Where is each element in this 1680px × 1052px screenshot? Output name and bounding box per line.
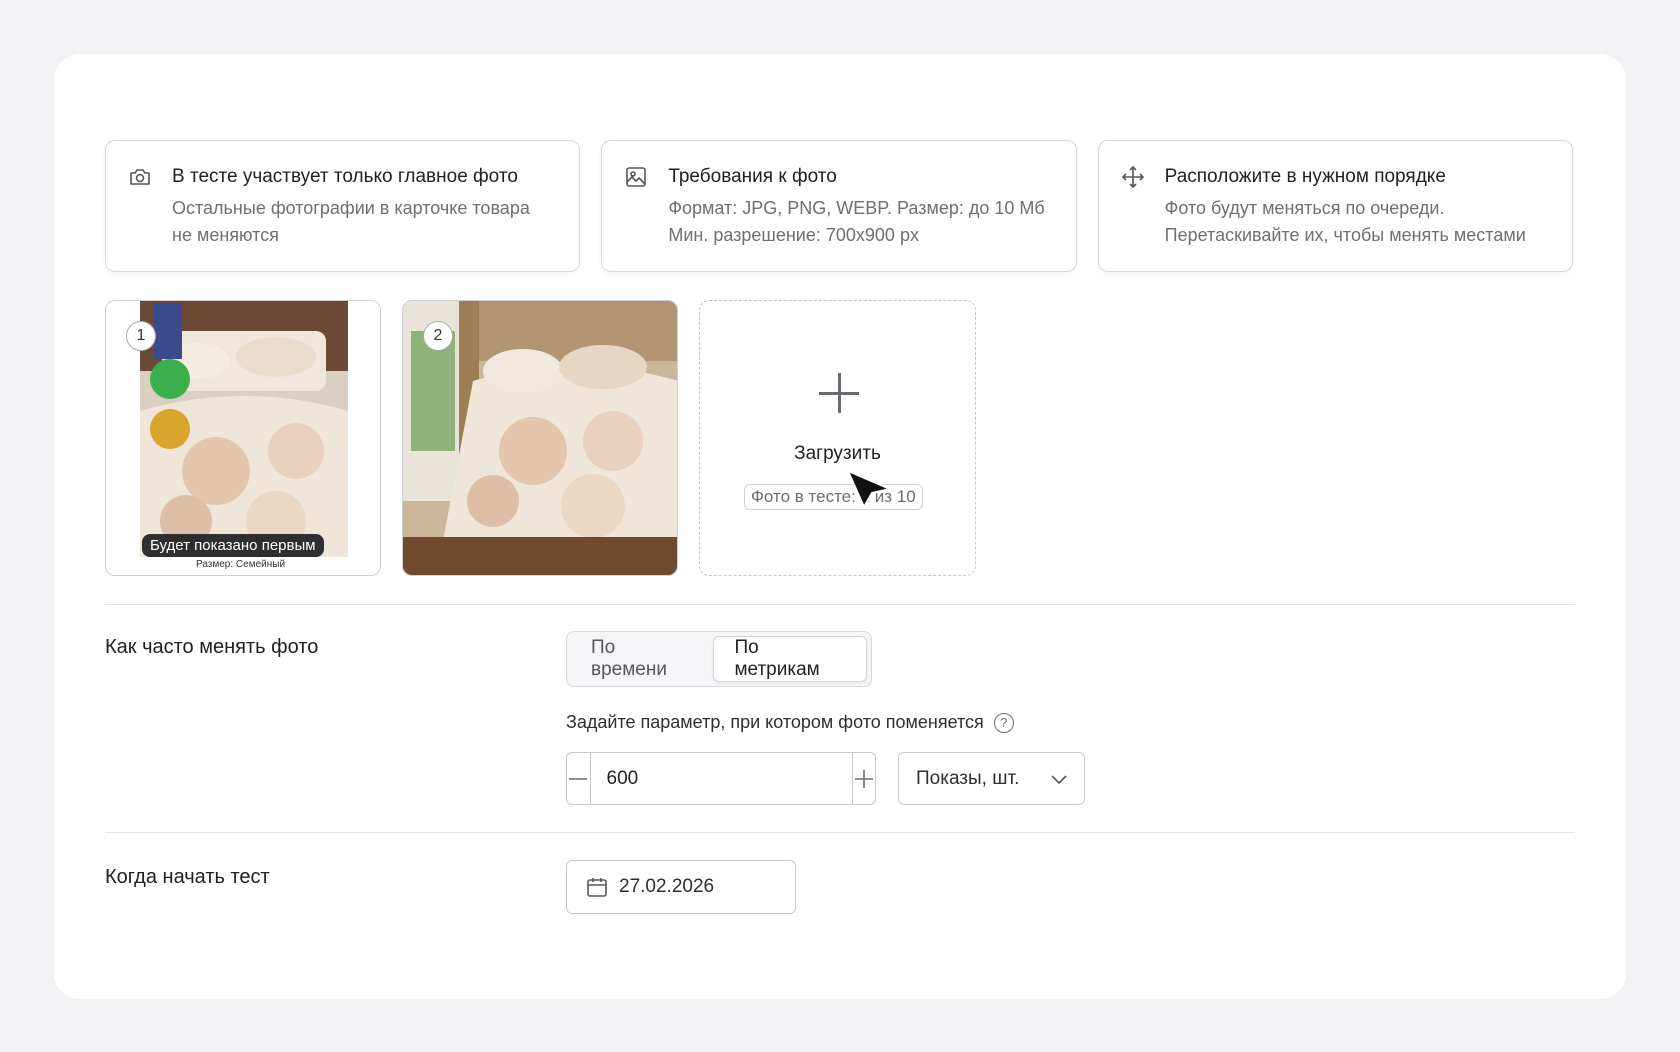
- decrease-button[interactable]: [567, 753, 591, 804]
- upload-dropzone[interactable]: Загрузить Фото в тесте: 2 из 10: [699, 300, 976, 576]
- option-by-metrics[interactable]: По метрикам: [713, 636, 867, 682]
- start-date-value: 27.02.2026: [619, 876, 715, 897]
- info-card-text-line: не меняются: [172, 225, 279, 245]
- info-cards: В тесте участвует только главное фото Ос…: [105, 140, 1573, 272]
- option-by-time[interactable]: По времени: [571, 636, 713, 682]
- start-label: Когда начать тест: [105, 866, 270, 888]
- photo-list: 1 Будет показано первым Размер: Семейный: [105, 300, 976, 576]
- photo-item-1[interactable]: 1 Будет показано первым Размер: Семейный: [105, 300, 381, 576]
- photo-item-2[interactable]: 2: [402, 300, 678, 576]
- start-date-picker[interactable]: 27.02.2026: [566, 860, 796, 914]
- divider: [105, 604, 1575, 605]
- photo-number-badge: 1: [126, 321, 156, 351]
- metric-value-stepper: [566, 752, 876, 805]
- info-card-requirements: Требования к фото Формат: JPG, PNG, WEBP…: [601, 140, 1077, 272]
- move-icon: [1121, 166, 1144, 188]
- divider: [105, 832, 1575, 833]
- calendar-icon: [587, 878, 607, 897]
- minus-icon: [569, 777, 588, 780]
- metric-value-input[interactable]: [590, 753, 852, 804]
- size-label: Размер: Семейный: [196, 559, 286, 570]
- info-card-title: Требования к фото: [668, 166, 837, 187]
- param-label: Задайте параметр, при котором фото помен…: [566, 712, 1014, 733]
- info-card-text-line: Фото будут меняться по очереди.: [1164, 198, 1445, 218]
- param-label-text: Задайте параметр, при котором фото помен…: [566, 712, 984, 732]
- photo-counter: Фото в тесте: 2 из 10: [744, 484, 923, 510]
- camera-icon: [130, 169, 150, 185]
- upload-label: Загрузить: [794, 443, 881, 464]
- info-card-main-photo: В тесте участвует только главное фото Ос…: [105, 140, 581, 272]
- info-card-title: В тесте участвует только главное фото: [172, 166, 518, 187]
- info-card-text-line: Формат: JPG, PNG, WEBP. Размер: до 10 Мб: [668, 198, 1045, 218]
- frequency-label: Как часто менять фото: [105, 636, 319, 658]
- mouse-cursor-icon: [847, 470, 891, 508]
- help-icon[interactable]: ?: [993, 712, 1014, 733]
- info-card-text-line: Мин. разрешение: 700х900 px: [668, 225, 919, 245]
- metric-unit-select[interactable]: Показы, шт.: [898, 752, 1085, 805]
- test-settings-card: В тесте участвует только главное фото Ос…: [54, 54, 1626, 999]
- frequency-toggle: По времени По метрикам: [566, 631, 872, 687]
- info-card-text-line: Остальные фотографии в карточке товара: [172, 198, 530, 218]
- increase-button[interactable]: [851, 753, 876, 804]
- image-icon: [626, 167, 647, 187]
- info-card-order: Расположите в нужном порядке Фото будут …: [1097, 140, 1573, 272]
- photo-number-badge: 2: [423, 321, 453, 351]
- first-shown-label: Будет показано первым: [142, 534, 324, 557]
- info-card-text-line: Перетаскивайте их, чтобы менять местами: [1164, 225, 1526, 245]
- plus-icon: [854, 769, 873, 788]
- metric-unit-value: Показы, шт.: [916, 767, 1020, 789]
- chevron-down-icon: [1051, 774, 1067, 784]
- info-card-title: Расположите в нужном порядке: [1164, 166, 1446, 187]
- plus-icon: [819, 373, 859, 413]
